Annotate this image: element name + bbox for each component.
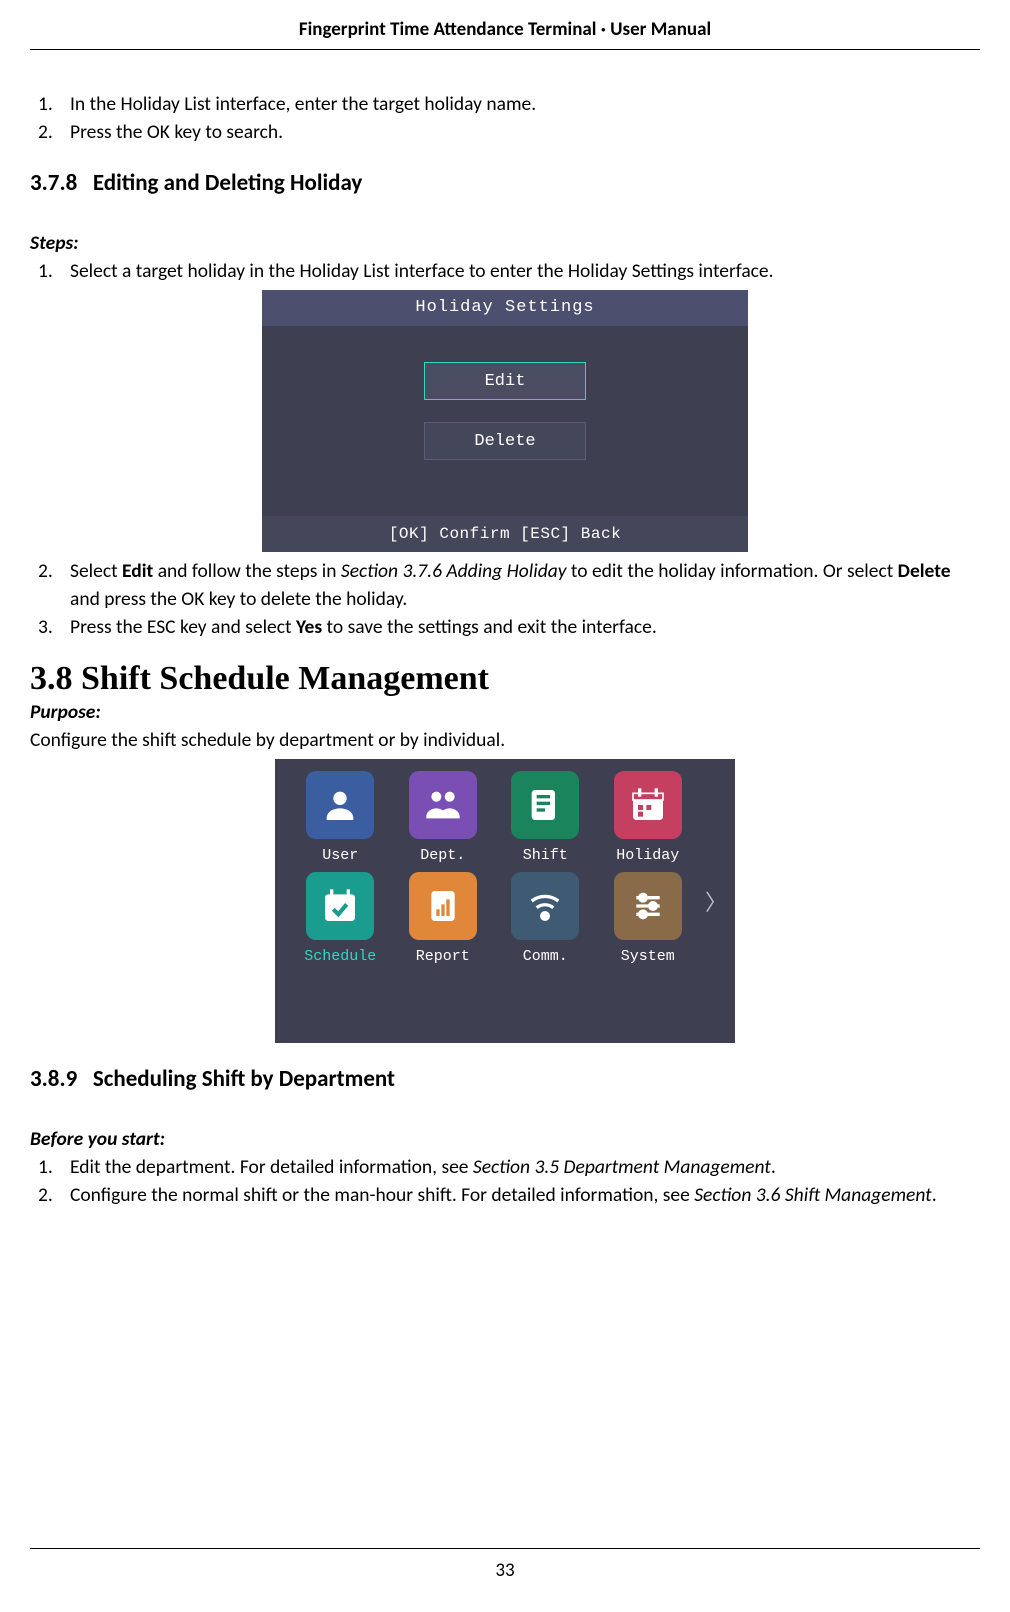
chevron-right-icon[interactable]: 〉 [705, 885, 727, 917]
text: and press the OK key to delete the holid… [70, 587, 407, 611]
text: Configure the normal shift or the man-ho… [70, 1183, 694, 1207]
section-num: 3.8 [30, 660, 73, 697]
section-num: 3.8.9 [30, 1065, 77, 1093]
report-icon [409, 872, 477, 940]
section-heading-389: 3.8.9 Scheduling Shift by Department [30, 1065, 980, 1093]
list-number: 1. [38, 90, 70, 118]
list-item: 2. Configure the normal shift or the man… [38, 1181, 980, 1209]
menu-tile-shift[interactable]: Shift [498, 771, 593, 864]
list-number: 3. [38, 613, 70, 641]
menu-tile-system[interactable]: System [601, 872, 696, 965]
text: and follow the steps in [153, 559, 341, 583]
list-text: Configure the normal shift or the man-ho… [70, 1181, 980, 1209]
list-text: Edit the department. For detailed inform… [70, 1153, 980, 1181]
tile-label: Comm. [498, 948, 593, 965]
tile-label: Dept. [396, 847, 491, 864]
content-area: 1. In the Holiday List interface, enter … [0, 50, 1010, 1209]
section-title: Editing and Deleting Holiday [93, 169, 362, 197]
italic-text: Section 3.6 Shift Management [694, 1183, 932, 1207]
section-heading-378: 3.7.8 Editing and Deleting Holiday [30, 169, 980, 197]
comm-icon [511, 872, 579, 940]
menu-tile-dept[interactable]: Dept. [396, 771, 491, 864]
tile-label: Schedule [293, 948, 388, 965]
page-header: Fingerprint Time Attendance Terminal · U… [30, 0, 980, 50]
before-you-start-label: Before you start: [30, 1127, 980, 1151]
tile-label: Shift [498, 847, 593, 864]
list-number: 2. [38, 118, 70, 146]
bold-text: Edit [122, 559, 153, 583]
holiday-icon [614, 771, 682, 839]
menu-tile-comm[interactable]: Comm. [498, 872, 593, 965]
list-item: 3. Press the ESC key and select Yes to s… [38, 613, 980, 641]
text: Press the ESC key and select [70, 615, 296, 639]
list-text: In the Holiday List interface, enter the… [70, 90, 980, 118]
page-number: 33 [30, 1548, 980, 1582]
section-title: Scheduling Shift by Department [93, 1065, 395, 1093]
list-item: 2. Press the OK key to search. [38, 118, 980, 146]
system-icon [614, 872, 682, 940]
menu-tile-user[interactable]: User [293, 771, 388, 864]
tile-label: User [293, 847, 388, 864]
dialog-footer: [OK] Confirm [ESC] Back [262, 516, 748, 552]
list-item: 2. Select Edit and follow the steps in S… [38, 557, 980, 614]
text: . [932, 1183, 937, 1207]
dialog-title: Holiday Settings [262, 290, 748, 326]
dept-icon [409, 771, 477, 839]
delete-button[interactable]: Delete [424, 422, 586, 460]
list-text: Select a target holiday in the Holiday L… [70, 257, 980, 285]
list-number: 2. [38, 557, 70, 614]
section-title: Shift Schedule Management [81, 660, 489, 697]
italic-text: Section 3.7.6 Adding Holiday [341, 559, 567, 583]
holiday-settings-screenshot: Holiday Settings Edit Delete [OK] Confir… [262, 290, 748, 552]
list-number: 1. [38, 257, 70, 285]
tile-label: Report [396, 948, 491, 965]
list-number: 2. [38, 1181, 70, 1209]
tile-label: Holiday [601, 847, 696, 864]
list-item: 1. In the Holiday List interface, enter … [38, 90, 980, 118]
list-item: 1. Edit the department. For detailed inf… [38, 1153, 980, 1181]
list-number: 1. [38, 1153, 70, 1181]
purpose-label: Purpose: [30, 700, 980, 724]
text: to edit the holiday information. Or sele… [567, 559, 898, 583]
menu-tile-holiday[interactable]: Holiday [601, 771, 696, 864]
section-num: 3.7.8 [30, 169, 77, 197]
main-menu-screenshot: User Dept. Shift Holiday Schedule Report Comm.… [275, 759, 735, 1043]
tile-label: System [601, 948, 696, 965]
menu-tile-schedule[interactable]: Schedule [293, 872, 388, 965]
menu-tile-report[interactable]: Report [396, 872, 491, 965]
text: Select [70, 559, 122, 583]
bold-text: Delete [898, 559, 951, 583]
steps-label: Steps: [30, 231, 980, 255]
list-text: Press the OK key to search. [70, 118, 980, 146]
list-text: Press the ESC key and select Yes to save… [70, 613, 980, 641]
schedule-icon [306, 872, 374, 940]
user-icon [306, 771, 374, 839]
text: . [771, 1155, 776, 1179]
bold-text: Yes [296, 615, 322, 639]
italic-text: Section 3.5 Department Management [473, 1155, 771, 1179]
list-item: 1. Select a target holiday in the Holida… [38, 257, 980, 285]
shift-icon [511, 771, 579, 839]
text: Edit the department. For detailed inform… [70, 1155, 473, 1179]
text: to save the settings and exit the interf… [322, 615, 657, 639]
list-text: Select Edit and follow the steps in Sect… [70, 557, 980, 614]
purpose-text: Configure the shift schedule by departme… [30, 726, 980, 754]
edit-button[interactable]: Edit [424, 362, 586, 400]
section-heading-38: 3.8 Shift Schedule Management [30, 660, 980, 698]
